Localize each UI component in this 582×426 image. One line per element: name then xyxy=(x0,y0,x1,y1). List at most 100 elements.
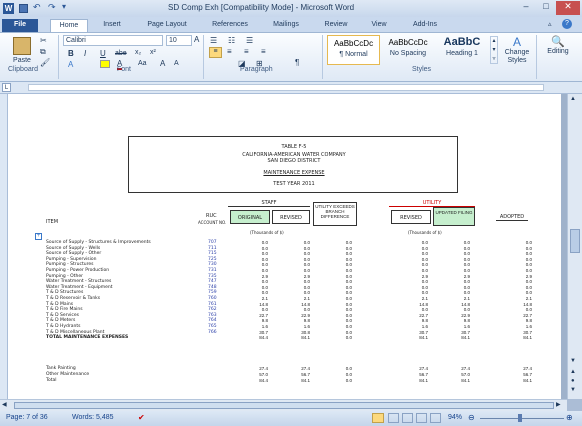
page-count[interactable]: Page: 7 of 36 xyxy=(6,414,48,421)
table-row-value: 0.0 xyxy=(261,279,268,285)
test-year: TEST YEAR 2011 xyxy=(273,181,315,187)
redo-icon[interactable]: ↷ xyxy=(48,2,56,13)
scroll-right-icon[interactable]: ▶ xyxy=(556,401,561,408)
group-divider xyxy=(536,35,537,79)
change-case-button[interactable]: Aa xyxy=(138,60,147,67)
outline-view-icon[interactable] xyxy=(416,413,427,423)
zoom-in-icon[interactable]: ⊕ xyxy=(566,413,573,422)
table-row-value: 84.1 xyxy=(419,335,428,341)
customize-icon[interactable]: ▾ xyxy=(62,2,66,11)
table-row-value: 2.1 xyxy=(525,296,532,301)
scroll-left-icon[interactable]: ◀ xyxy=(2,401,7,408)
align-left-button[interactable]: ≡ xyxy=(209,47,222,58)
show-formatting-button[interactable]: ¶ xyxy=(295,58,299,67)
editing-button[interactable]: 🔍 Editing xyxy=(539,35,577,65)
align-center-button[interactable]: ≡ xyxy=(227,47,232,56)
next-page-icon[interactable]: ▼ xyxy=(570,387,576,393)
maximize-button[interactable]: □ xyxy=(536,1,556,15)
print-layout-view-button[interactable] xyxy=(372,413,384,423)
italic-button[interactable]: I xyxy=(84,49,86,58)
tab-page-layout[interactable]: Page Layout xyxy=(138,19,196,32)
paste-button[interactable]: Paste xyxy=(8,36,36,66)
justify-button[interactable]: ≡ xyxy=(261,47,266,56)
prev-page-icon[interactable]: ▲ xyxy=(570,369,576,375)
proofing-icon[interactable]: ✔ xyxy=(138,413,145,422)
utility-header-box: UTILITY EXCEEDS BRANCH DIFFERENCE xyxy=(313,202,357,226)
style-no-spacing[interactable]: AaBbCcDc No Spacing xyxy=(382,35,434,65)
minimize-ribbon-icon[interactable]: ▵ xyxy=(548,20,552,28)
horizontal-ruler[interactable]: L xyxy=(0,82,582,94)
font-size-select[interactable]: 10 xyxy=(166,35,192,46)
close-button[interactable]: ✕ xyxy=(556,1,580,15)
zoom-level[interactable]: 94% xyxy=(448,414,462,421)
highlight-button[interactable] xyxy=(100,60,110,68)
multilevel-icon[interactable]: ☰ xyxy=(246,36,253,45)
copy-icon[interactable]: ⧉ xyxy=(40,47,46,57)
word-count[interactable]: Words: 5,485 xyxy=(72,414,114,421)
table-row-value: 22.7 xyxy=(419,312,428,318)
zoom-slider-thumb[interactable] xyxy=(518,414,522,422)
revised-header: REVISED xyxy=(272,210,310,224)
scroll-up-icon[interactable]: ▲ xyxy=(570,96,576,102)
full-screen-view-icon[interactable] xyxy=(388,413,399,423)
change-styles-button[interactable]: A Change Styles xyxy=(500,35,534,67)
bold-button[interactable]: B xyxy=(68,49,74,58)
grow-font-button[interactable]: A xyxy=(160,59,165,68)
strikethrough-button[interactable]: abe xyxy=(115,50,127,57)
font-name-select[interactable]: Calibri xyxy=(63,35,163,46)
tab-insert[interactable]: Insert xyxy=(94,19,130,32)
tab-selector-icon[interactable]: L xyxy=(2,83,11,92)
save-icon[interactable] xyxy=(19,4,28,13)
superscript-button[interactable]: x² xyxy=(150,49,156,56)
draft-view-icon[interactable] xyxy=(430,413,441,423)
table-row-value: 0.0 xyxy=(421,256,428,262)
clipboard-group-label: Clipboard xyxy=(8,66,38,73)
bullets-icon[interactable]: ☰ xyxy=(210,36,217,45)
table-move-handle-icon[interactable]: + xyxy=(35,233,42,240)
zoom-slider[interactable] xyxy=(480,418,564,419)
clipboard-icon xyxy=(13,37,31,55)
tab-view[interactable]: View xyxy=(364,19,394,32)
underline-button[interactable]: U xyxy=(100,49,106,58)
table-row-value: 1.6 xyxy=(261,324,268,329)
tab-review[interactable]: Review xyxy=(318,19,354,32)
table-row-value: 1.6 xyxy=(421,324,428,329)
style-normal[interactable]: AaBbCcDc ¶ Normal xyxy=(327,35,380,65)
style-heading-1[interactable]: AaBbC Heading 1 xyxy=(436,35,488,65)
select-browse-icon[interactable]: ● xyxy=(571,378,575,384)
undo-icon[interactable]: ↶ xyxy=(33,2,41,13)
word-icon[interactable]: W xyxy=(3,3,14,14)
table-row-value: 22.9 xyxy=(461,312,470,318)
cut-icon[interactable]: ✂ xyxy=(40,36,47,45)
table-row-value: 9.8 xyxy=(463,318,470,324)
numbering-icon[interactable]: ☷ xyxy=(228,36,235,45)
align-right-button[interactable]: ≡ xyxy=(244,47,249,56)
vertical-scrollbar[interactable]: ▲ ▼ ▲ ● ▼ xyxy=(567,94,582,399)
styles-more-icon[interactable]: ▴ ▾ ▿ xyxy=(490,36,498,64)
table-row-value: 1.6 xyxy=(525,324,532,329)
tab-references[interactable]: References xyxy=(203,19,257,32)
minimize-button[interactable]: – xyxy=(516,1,536,15)
web-layout-view-icon[interactable] xyxy=(402,413,413,423)
tab-file[interactable]: File xyxy=(2,19,38,32)
tab-home[interactable]: Home xyxy=(50,19,88,32)
grow-font-icon[interactable]: A xyxy=(194,35,199,44)
text-effects-button[interactable]: A xyxy=(68,60,73,69)
shrink-font-button[interactable]: A xyxy=(174,60,179,67)
table-row-value: 0.0 xyxy=(463,240,470,245)
table-row-value: 14.8 xyxy=(301,301,310,307)
horizontal-scrollbar[interactable]: ◀ ▶ xyxy=(0,399,567,411)
hscroll-thumb[interactable] xyxy=(14,402,554,409)
table-row-value: 0.0 xyxy=(261,245,268,251)
footer-row-value: 56.7 xyxy=(523,372,532,377)
subscript-button[interactable]: x₂ xyxy=(135,49,141,56)
format-painter-icon[interactable]: 🖌 xyxy=(40,58,50,67)
table-row-value: 0.0 xyxy=(303,307,310,313)
zoom-out-icon[interactable]: ⊖ xyxy=(468,413,475,422)
scroll-thumb[interactable] xyxy=(570,229,580,253)
editing-label: Editing xyxy=(547,48,569,55)
tab-mailings[interactable]: Mailings xyxy=(265,19,307,32)
tab-add-ins[interactable]: Add-Ins xyxy=(404,19,446,32)
scroll-down-icon[interactable]: ▼ xyxy=(570,358,576,364)
help-icon[interactable]: ? xyxy=(562,19,572,29)
